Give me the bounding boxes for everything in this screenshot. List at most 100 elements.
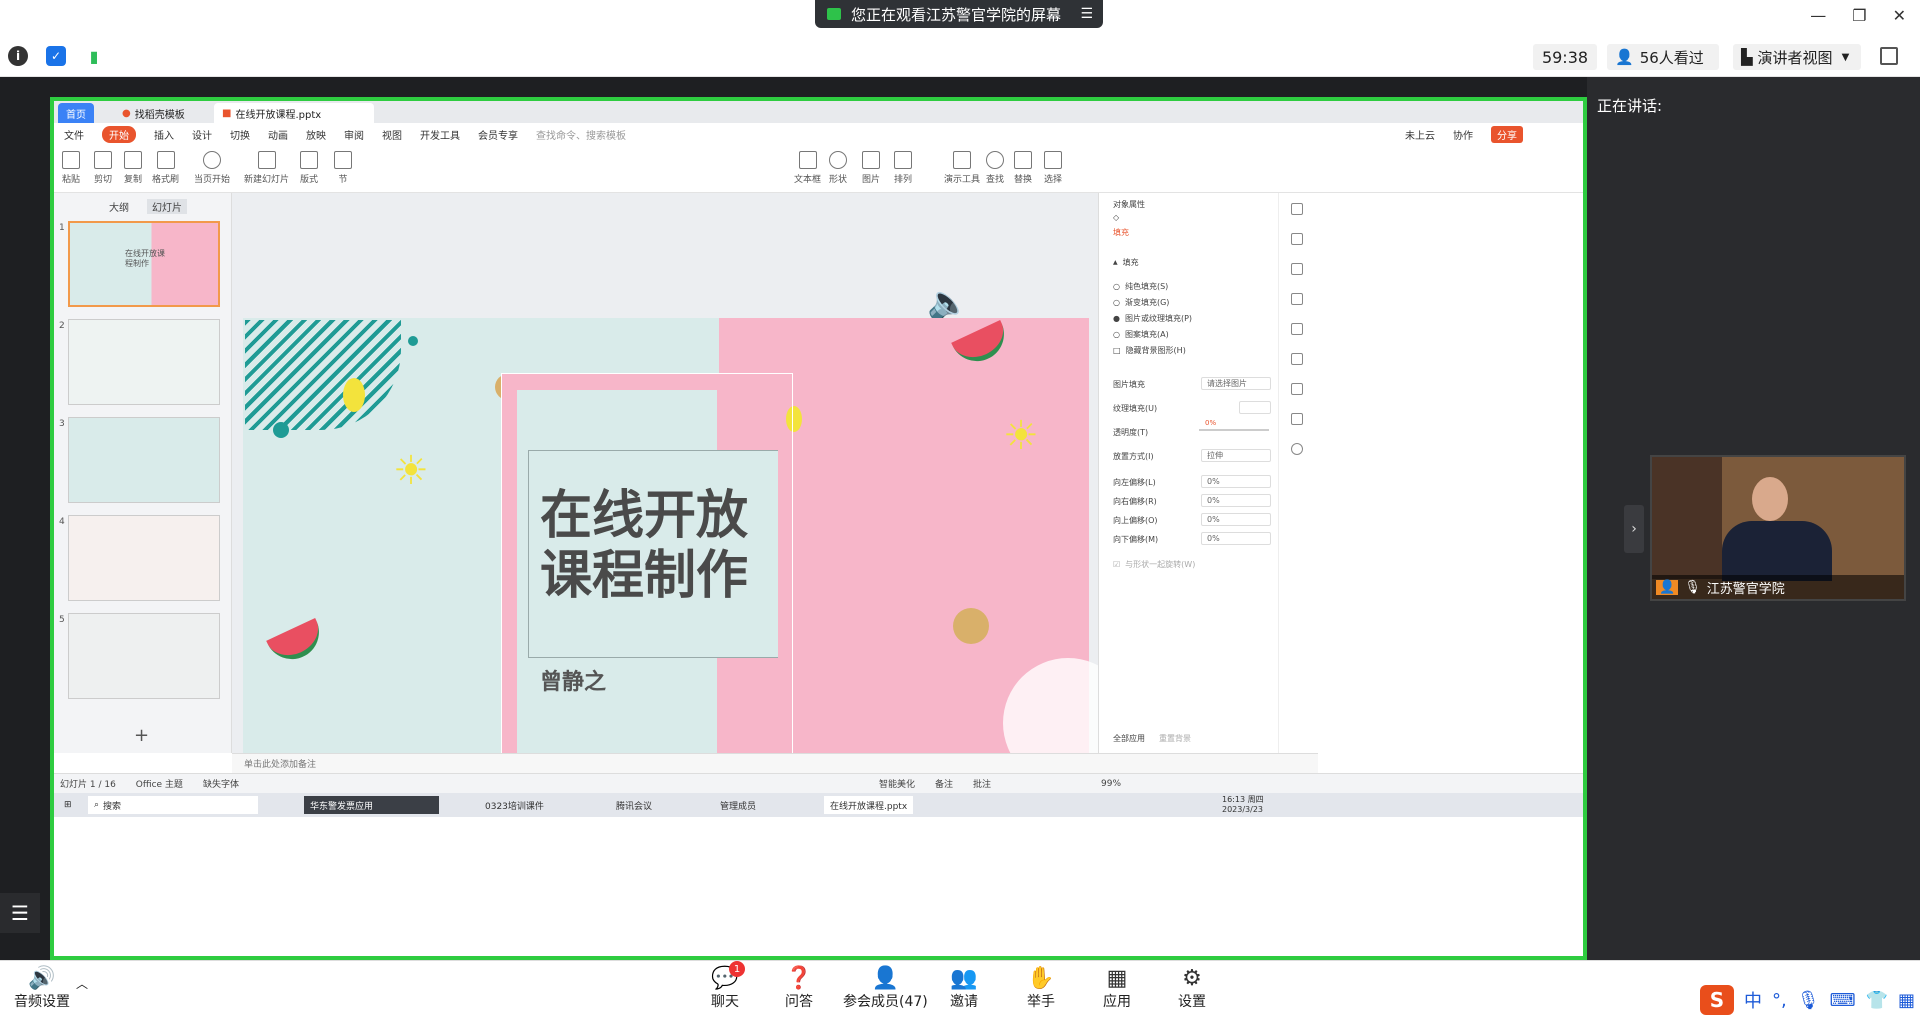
windows-start-icon[interactable]: ⊞	[58, 796, 78, 814]
properties-icon[interactable]	[1291, 233, 1303, 245]
image-fill-select[interactable]: 请选择图片	[1201, 377, 1271, 390]
style-icon[interactable]	[1291, 263, 1303, 275]
reset-background-button[interactable]: 重置背景	[1159, 733, 1191, 744]
section-button[interactable]: 节	[334, 151, 352, 185]
comments-toggle[interactable]: 批注	[973, 777, 991, 790]
select-button[interactable]: 选择	[1044, 151, 1062, 185]
offset-down-field[interactable]: 0%	[1201, 532, 1271, 545]
fill-option-gradient[interactable]: ○ 渐变填充(G)	[1113, 297, 1169, 308]
close-button[interactable]: ✕	[1893, 6, 1906, 25]
ime-toolbar[interactable]: S 中 °, 🎙 ⌨ 👕 ▦	[1700, 985, 1915, 1015]
fill-option-pattern[interactable]: ○ 图案填充(A)	[1113, 329, 1169, 340]
picture-button[interactable]: 图片	[862, 151, 880, 185]
notes-toggle[interactable]: 备注	[935, 777, 953, 790]
help-icon[interactable]	[1291, 443, 1303, 455]
menu-review[interactable]: 审阅	[344, 127, 364, 142]
shape-button[interactable]: 形状	[829, 151, 847, 185]
menu-developer[interactable]: 开发工具	[420, 127, 460, 142]
menu-slideshow[interactable]: 放映	[306, 127, 326, 142]
taskbar-item-browser[interactable]: 华东警发票应用	[304, 796, 439, 814]
add-slide-icon[interactable]: +	[134, 725, 149, 746]
format-painter-button[interactable]: 格式刷	[152, 151, 179, 185]
arrange-button[interactable]: 排列	[894, 151, 912, 185]
cloud-status[interactable]: 未上云	[1405, 127, 1435, 142]
missing-font[interactable]: 缺失字体	[203, 777, 239, 790]
raise-hand-button[interactable]: ✋ 举手	[1027, 965, 1055, 1011]
cut-button[interactable]: 剪切	[94, 151, 112, 185]
paste-button[interactable]: 粘贴	[62, 151, 80, 185]
texture-select[interactable]	[1239, 401, 1271, 414]
ime-mode[interactable]: 中	[1744, 987, 1762, 1013]
taskbar-search[interactable]: ⌕ 搜索	[88, 796, 258, 814]
presentation-tools-button[interactable]: 演示工具	[944, 151, 980, 185]
taskbar-item-members[interactable]: 管理成员	[714, 796, 762, 814]
transition-icon[interactable]	[1291, 323, 1303, 335]
location-icon[interactable]	[1291, 383, 1303, 395]
menu-start[interactable]: 开始	[102, 125, 136, 143]
fill-section-label[interactable]: ▲ 填充	[1113, 257, 1139, 268]
copy-button[interactable]: 复制	[124, 151, 142, 185]
textbox-button[interactable]: 文本框	[794, 151, 821, 185]
offset-right-field[interactable]: 0%	[1201, 494, 1271, 507]
slide-thumbnail-2[interactable]	[68, 319, 220, 405]
notes-bar[interactable]: 单击此处添加备注	[232, 753, 1318, 773]
keyboard-icon[interactable]: ⌨	[1830, 990, 1856, 1011]
animation-icon[interactable]	[1291, 293, 1303, 305]
mic-icon[interactable]: 🎙	[1797, 990, 1820, 1011]
punctuation-icon[interactable]: °,	[1772, 990, 1787, 1011]
taskbar-item-meeting[interactable]: 腾讯会议	[610, 796, 658, 814]
speaker-audio-icon[interactable]: 🔈	[927, 283, 969, 323]
slide-thumbnail-4[interactable]	[68, 515, 220, 601]
fullscreen-icon[interactable]	[1880, 47, 1898, 65]
audio-settings-button[interactable]: 🔊 音频设置	[14, 965, 70, 1011]
menu-view[interactable]: 视图	[382, 127, 402, 142]
backup-icon[interactable]	[1291, 353, 1303, 365]
placement-select[interactable]: 拉伸	[1201, 449, 1271, 462]
offset-left-field[interactable]: 0%	[1201, 475, 1271, 488]
view-mode-dropdown[interactable]: ▙ 演讲者视图 ▼	[1733, 44, 1861, 70]
tab-home[interactable]: 首页	[58, 103, 94, 123]
slide-title[interactable]: 在线开放课程制作	[540, 486, 780, 606]
find-button[interactable]: 查找	[986, 151, 1004, 185]
current-slide[interactable]: ☀ ☀ 在线开放课程制作 曾静之	[243, 318, 1098, 753]
book-icon[interactable]	[1291, 413, 1303, 425]
offset-up-field[interactable]: 0%	[1201, 513, 1271, 526]
chevron-up-icon[interactable]: ︿	[76, 975, 88, 992]
tab-outline[interactable]: 大纲	[109, 199, 129, 214]
play-from-current-button[interactable]: 当页开始	[194, 151, 230, 185]
menu-transition[interactable]: 切换	[230, 127, 250, 142]
slide-author[interactable]: 曾静之	[540, 664, 606, 696]
new-slide-button[interactable]: 新建幻灯片	[244, 151, 289, 185]
settings-button[interactable]: ⚙ 设置	[1178, 965, 1206, 1011]
layout-button[interactable]: 版式	[300, 151, 318, 185]
minimize-button[interactable]: —	[1810, 6, 1826, 25]
invite-button[interactable]: 👥 邀请	[950, 965, 978, 1011]
members-button[interactable]: 👤 参会成员(47)	[843, 965, 928, 1011]
restore-button[interactable]: ❐	[1852, 6, 1866, 25]
props-tab-fill[interactable]: 填充	[1113, 227, 1129, 238]
slide-thumbnail-1[interactable]: 在线开放课程制作	[68, 221, 220, 307]
rotate-with-shape-checkbox[interactable]: ☑ 与形状一起旋转(W)	[1113, 559, 1195, 570]
slide-thumbnail-3[interactable]	[68, 417, 220, 503]
menu-design[interactable]: 设计	[192, 127, 212, 142]
transparency-slider[interactable]	[1199, 429, 1269, 431]
fill-option-solid[interactable]: ○ 纯色填充(S)	[1113, 281, 1168, 292]
chat-button[interactable]: 💬 1 聊天	[711, 961, 745, 1011]
tab-pptx[interactable]: ■ 在线开放课程.pptx	[214, 103, 374, 123]
menu-file[interactable]: 文件	[64, 127, 84, 142]
chevron-right-icon[interactable]: ›	[1624, 505, 1644, 553]
list-icon[interactable]: ☰	[1080, 6, 1093, 22]
replace-button[interactable]: 替换	[1014, 151, 1032, 185]
collab-button[interactable]: 协作	[1453, 127, 1473, 142]
info-icon[interactable]: i	[8, 46, 28, 66]
menu-member[interactable]: 会员专享	[478, 127, 518, 142]
fill-tab-icon[interactable]: ◇	[1113, 213, 1119, 222]
list-menu-icon[interactable]: ☰	[0, 893, 40, 933]
skin-icon[interactable]: 👕	[1866, 990, 1888, 1011]
menu-search[interactable]: 查找命令、搜索模板	[536, 127, 626, 142]
tab-slides[interactable]: 幻灯片	[147, 199, 187, 214]
shield-icon[interactable]: ✓	[46, 46, 66, 66]
slide-thumbnail-5[interactable]	[68, 613, 220, 699]
tab-templates[interactable]: ● 找稻壳模板	[114, 103, 193, 123]
zoom-level[interactable]: 99%	[1101, 779, 1121, 789]
